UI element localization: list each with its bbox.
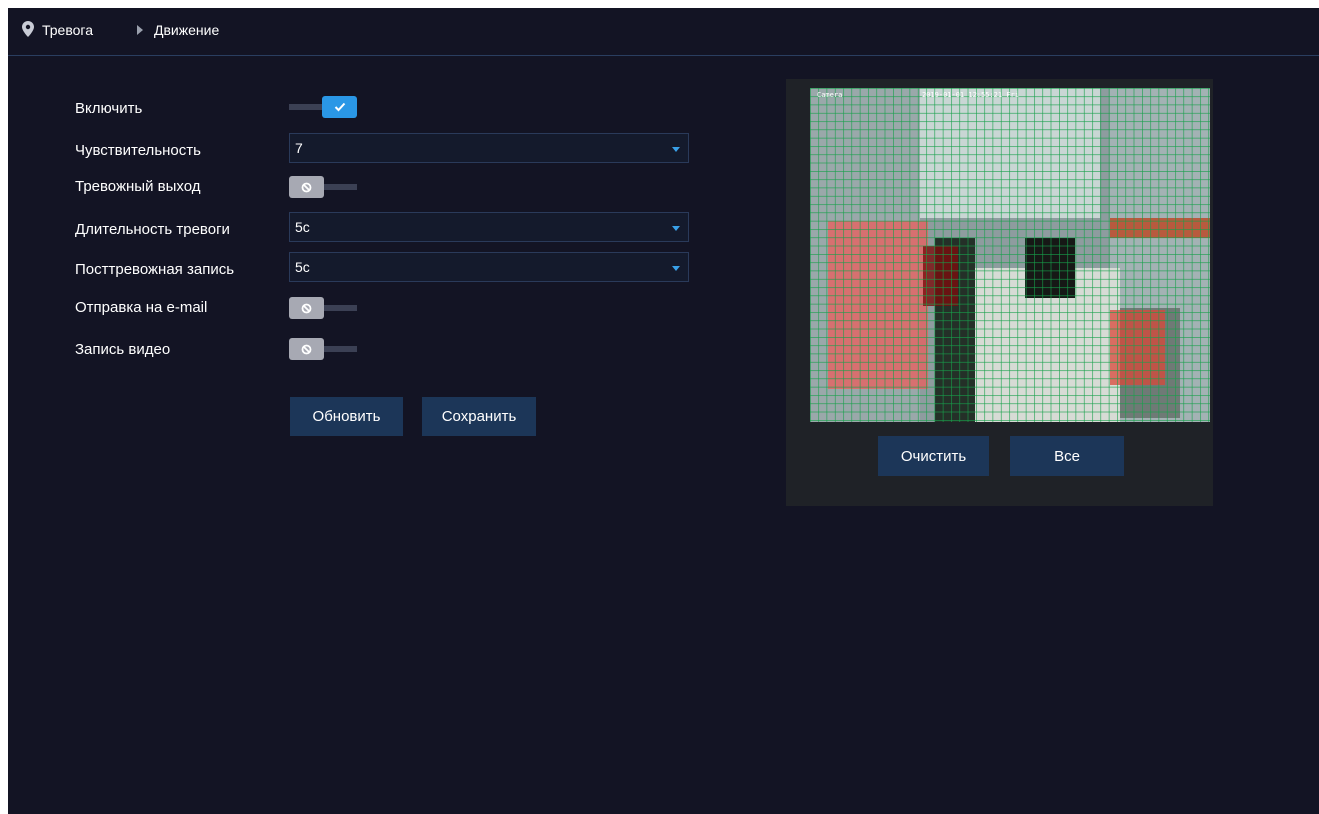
motion-settings-page: Тревога Движение Включить Чувствительнос…: [8, 8, 1319, 814]
video-grid-canvas[interactable]: [810, 88, 1210, 422]
post-alarm-record-value: 5с: [295, 259, 310, 275]
record-video-label: Запись видео: [75, 341, 171, 358]
post-alarm-record-label: Посттревожная запись: [75, 261, 235, 278]
dropdown-arrow-icon: [672, 226, 680, 231]
dropdown-arrow-icon: [672, 266, 680, 271]
breadcrumb: Тревога Движение: [8, 8, 1319, 56]
checkmark-icon: [334, 102, 345, 112]
osd-timestamp: 2019-01-01 12:55:21 Fri: [922, 91, 1019, 99]
breadcrumb-section[interactable]: Тревога: [42, 22, 93, 38]
chevron-right-icon: [137, 25, 143, 35]
osd-camera-name: Camera: [817, 91, 843, 99]
record-video-toggle[interactable]: [289, 338, 357, 360]
enable-label: Включить: [75, 100, 143, 117]
clear-button[interactable]: Очистить: [878, 436, 989, 476]
dropdown-arrow-icon: [672, 147, 680, 152]
toggle-knob: [289, 338, 324, 360]
toggle-knob: [322, 96, 357, 118]
send-email-label: Отправка на e-mail: [75, 299, 208, 316]
disabled-icon: [301, 182, 312, 192]
sensitivity-value: 7: [295, 140, 303, 156]
sensitivity-select[interactable]: 7: [289, 133, 689, 163]
toggle-knob: [289, 176, 324, 198]
select-all-button[interactable]: Все: [1010, 436, 1124, 476]
refresh-button[interactable]: Обновить: [290, 397, 403, 436]
save-button[interactable]: Сохранить: [422, 397, 536, 436]
enable-toggle[interactable]: [289, 96, 357, 118]
disabled-icon: [301, 303, 312, 313]
sensitivity-label: Чувствительность: [75, 142, 201, 159]
alarm-duration-value: 5с: [295, 219, 310, 235]
disabled-icon: [301, 344, 312, 354]
toggle-knob: [289, 297, 324, 319]
alarm-output-toggle[interactable]: [289, 176, 357, 198]
motion-grid-overlay: [810, 88, 1210, 422]
send-email-toggle[interactable]: [289, 297, 357, 319]
motion-area-preview: Camera 2019-01-01 12:55:21 Fri Очистить …: [786, 79, 1213, 506]
alarm-duration-label: Длительность тревоги: [75, 221, 230, 238]
post-alarm-record-select[interactable]: 5с: [289, 252, 689, 282]
breadcrumb-page: Движение: [154, 22, 220, 38]
location-pin-icon: [22, 21, 34, 37]
alarm-output-label: Тревожный выход: [75, 178, 201, 195]
camera-video-frame: Camera 2019-01-01 12:55:21 Fri: [810, 88, 1210, 422]
alarm-duration-select[interactable]: 5с: [289, 212, 689, 242]
